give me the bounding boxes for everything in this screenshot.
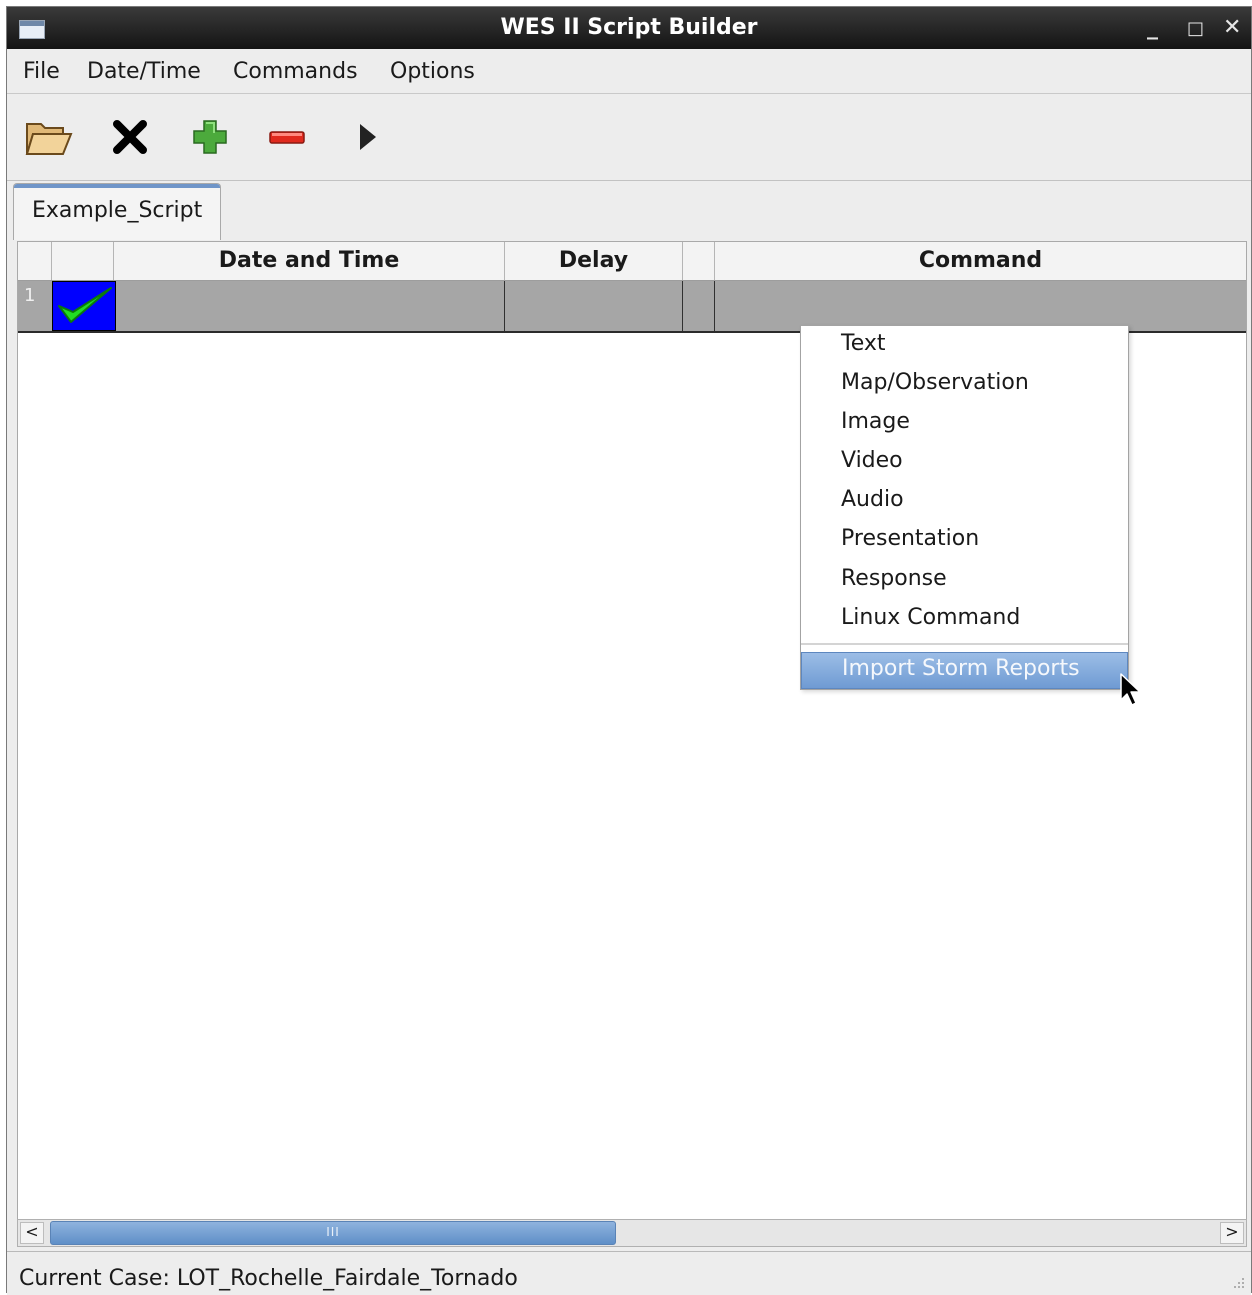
menu-item-import-storm-reports-label: Import Storm Reports <box>842 656 1080 681</box>
status-bar: Current Case: LOT_Rochelle_Fairdale_Torn… <box>7 1251 1251 1295</box>
scroll-right-button[interactable]: > <box>1220 1222 1244 1244</box>
menu-item-text[interactable]: Text <box>841 331 886 356</box>
menu-item-import-storm-reports[interactable]: Import Storm Reports <box>801 652 1128 689</box>
close-x-icon <box>113 120 147 154</box>
spacer-cell <box>683 281 715 331</box>
remove-command-button[interactable] <box>263 112 313 162</box>
toolbar <box>7 94 1251 181</box>
header-spacer <box>683 242 715 280</box>
close-window-button[interactable]: ✕ <box>1223 15 1241 40</box>
resize-grip-icon[interactable] <box>1231 1275 1245 1289</box>
header-date-and-time[interactable]: Date and Time <box>114 242 505 280</box>
add-plus-icon <box>193 120 227 154</box>
menu-commands[interactable]: Commands <box>233 59 358 84</box>
menu-bar: File Date/Time Commands Options <box>7 49 1251 94</box>
command-cell[interactable] <box>715 281 1246 331</box>
header-row-number <box>18 242 52 280</box>
check-icon <box>58 287 112 323</box>
horizontal-scrollbar[interactable]: < III > <box>17 1219 1247 1247</box>
menu-item-linux-command[interactable]: Linux Command <box>841 605 1020 630</box>
menu-file[interactable]: File <box>23 59 60 84</box>
delay-cell[interactable] <box>505 281 683 331</box>
menu-item-presentation[interactable]: Presentation <box>841 526 979 551</box>
remove-minus-icon <box>269 131 305 144</box>
status-cell[interactable] <box>52 281 116 331</box>
run-script-button[interactable] <box>343 112 393 162</box>
header-status <box>52 242 114 280</box>
title-bar[interactable]: WES II Script Builder _ □ ✕ <box>7 7 1251 49</box>
date-time-cell[interactable] <box>114 281 505 331</box>
scroll-left-button[interactable]: < <box>20 1222 44 1244</box>
minimize-button[interactable]: _ <box>1147 15 1158 40</box>
header-delay[interactable]: Delay <box>505 242 683 280</box>
window-title: WES II Script Builder <box>500 15 758 40</box>
menu-item-image[interactable]: Image <box>841 409 910 434</box>
scrollbar-grip: III <box>326 1225 340 1239</box>
menu-separator <box>801 643 1128 645</box>
mouse-pointer-icon <box>1120 673 1141 706</box>
play-icon <box>360 124 376 150</box>
tab-label: Example_Script <box>32 198 203 223</box>
tab-strip: Example_Script <box>11 183 1247 243</box>
menu-date-time[interactable]: Date/Time <box>87 59 201 84</box>
menu-options[interactable]: Options <box>390 59 475 84</box>
open-folder-button[interactable] <box>23 112 73 162</box>
open-folder-icon <box>25 123 73 155</box>
add-command-button[interactable] <box>185 112 235 162</box>
menu-item-response[interactable]: Response <box>841 566 947 591</box>
command-context-menu: Text Map/Observation Image Video Audio P… <box>800 325 1129 690</box>
maximize-button[interactable]: □ <box>1187 18 1204 39</box>
tab-example-script[interactable]: Example_Script <box>13 183 221 240</box>
menu-item-map-observation[interactable]: Map/Observation <box>841 370 1029 395</box>
scrollbar-thumb[interactable]: III <box>50 1221 616 1245</box>
close-script-button[interactable] <box>105 112 155 162</box>
table-header: Date and Time Delay Command <box>18 242 1246 281</box>
menu-item-audio[interactable]: Audio <box>841 487 904 512</box>
header-command[interactable]: Command <box>715 242 1246 280</box>
current-case-label: Current Case: LOT_Rochelle_Fairdale_Torn… <box>19 1266 518 1291</box>
menu-item-video[interactable]: Video <box>841 448 903 473</box>
row-number: 1 <box>24 285 36 306</box>
